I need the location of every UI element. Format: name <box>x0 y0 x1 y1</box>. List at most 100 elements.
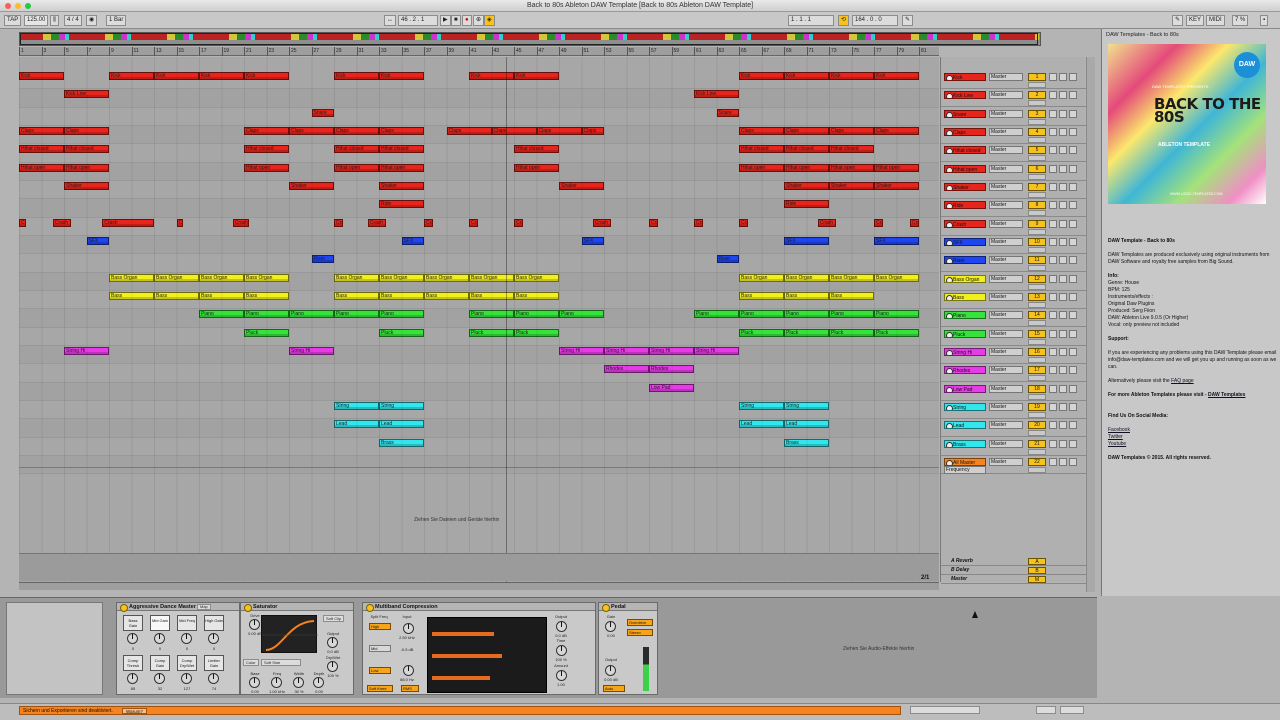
track-name[interactable]: Lead <box>944 421 986 430</box>
clip[interactable]: Claps <box>581 126 604 135</box>
clip[interactable]: Piano <box>559 310 604 319</box>
track-output-menu[interactable]: Master <box>989 237 1023 246</box>
clip[interactable]: Shaker <box>784 181 829 190</box>
clip[interactable]: Kick <box>469 72 514 80</box>
clip[interactable]: Kick <box>739 72 784 80</box>
arm-button[interactable] <box>1059 439 1067 448</box>
track-output-menu[interactable]: Master <box>989 219 1023 228</box>
saturator-knob[interactable] <box>313 677 324 688</box>
clip[interactable]: Piano <box>334 310 379 319</box>
zoom-window-button[interactable] <box>25 3 31 9</box>
metronome-toggle[interactable]: ⫼ <box>50 15 59 26</box>
output-knob[interactable] <box>556 621 567 632</box>
clip[interactable]: String Hi <box>64 346 109 355</box>
clip[interactable]: Lead <box>379 420 424 429</box>
arm-button[interactable] <box>1059 237 1067 246</box>
clip[interactable]: Pluck <box>874 328 919 337</box>
track-activator-button[interactable]: 9 <box>1028 219 1046 228</box>
arm-button[interactable] <box>1059 219 1067 228</box>
arm-record-button[interactable] <box>1069 164 1077 173</box>
draw-mode-icon[interactable]: ✎ <box>902 15 914 26</box>
clip[interactable]: String Hi <box>649 346 694 355</box>
track-activator-button[interactable]: 16 <box>1028 347 1046 356</box>
track-activator-button[interactable]: 17 <box>1028 366 1046 375</box>
clip[interactable]: Hihat open <box>829 163 874 172</box>
status-midi-toggle[interactable] <box>1060 706 1084 714</box>
return-track[interactable]: Master M <box>941 575 1086 584</box>
clip[interactable]: Pluck <box>514 328 559 337</box>
return-track[interactable]: B Delay B <box>941 566 1086 575</box>
clip[interactable]: Kick <box>829 72 874 80</box>
low-freq-knob[interactable] <box>403 665 414 676</box>
track-activator-button[interactable]: 3 <box>1028 109 1046 118</box>
clip[interactable]: Claps <box>829 126 874 135</box>
social-link-youtube[interactable]: Youtube <box>1108 441 1278 448</box>
track-header[interactable]: Low Pad Master 18 <box>941 383 1086 401</box>
soft-knee-button[interactable]: Soft Knee <box>367 685 393 692</box>
track-header[interactable]: Claps Master 4 <box>941 126 1086 144</box>
clip[interactable]: Snare <box>716 108 739 117</box>
clip[interactable]: Ride <box>784 200 829 209</box>
clip[interactable]: Kick <box>379 72 424 80</box>
clip[interactable]: Piano <box>469 310 514 319</box>
clip[interactable]: String <box>379 401 424 410</box>
macro-button[interactable]: Comp Gain <box>150 655 170 671</box>
arm-button[interactable] <box>1059 329 1067 338</box>
arm-button[interactable] <box>1059 146 1067 155</box>
track-name[interactable]: String <box>944 402 986 411</box>
arrangement-overview[interactable] <box>19 32 1041 46</box>
clip[interactable]: Kick Low <box>64 90 109 99</box>
clip[interactable]: Crash <box>874 218 883 227</box>
clip[interactable]: SFX <box>86 236 109 245</box>
clip[interactable]: Hihat closed <box>64 145 109 154</box>
track-name[interactable]: Ride <box>944 201 986 210</box>
solo-button[interactable] <box>1049 421 1057 430</box>
track-volume[interactable] <box>1028 466 1046 473</box>
macro-button[interactable]: High Gain <box>204 615 224 631</box>
track-lane-string-hi[interactable] <box>19 345 939 365</box>
saturator-knob[interactable] <box>249 677 260 688</box>
macro-knob[interactable] <box>208 633 219 644</box>
clip[interactable]: Brass <box>379 438 424 447</box>
clip[interactable]: Crash <box>592 218 611 227</box>
clip[interactable]: Bass Organ <box>784 273 829 282</box>
clip[interactable]: SFX <box>874 236 919 245</box>
overdub-button[interactable]: ⊕ <box>473 15 485 26</box>
clip[interactable]: Hihat open <box>514 163 559 172</box>
automation-line[interactable] <box>19 467 939 468</box>
clip[interactable]: Hihat closed <box>334 145 379 154</box>
arm-button[interactable] <box>1059 402 1067 411</box>
clip[interactable]: Bass <box>154 291 199 300</box>
clip[interactable]: Crash <box>514 218 523 227</box>
track-output-menu[interactable]: Master <box>989 347 1023 356</box>
track-lane-low-pad[interactable] <box>19 382 939 401</box>
arm-button[interactable] <box>1059 127 1067 136</box>
arm-button[interactable] <box>1059 109 1067 118</box>
solo-button[interactable] <box>1049 219 1057 228</box>
clip[interactable]: Piano <box>199 310 244 319</box>
clip[interactable]: Riser <box>311 255 334 264</box>
clip[interactable]: Low Pad <box>649 383 694 392</box>
track-volume[interactable] <box>1028 100 1046 107</box>
clip[interactable]: Brass <box>784 438 829 447</box>
solo-button[interactable] <box>1049 402 1057 411</box>
track-header[interactable]: Hihat closed Master 5 <box>941 144 1086 163</box>
clip[interactable]: Hihat open <box>244 163 289 172</box>
clip[interactable]: Hihat closed <box>19 145 64 154</box>
saturator-device[interactable]: Saturator Drive 0.00 dB Output 0.0 dB Dry/We… <box>240 602 354 695</box>
arm-record-button[interactable] <box>1069 439 1077 448</box>
clip[interactable]: Crash <box>367 218 386 227</box>
record-button[interactable]: ● <box>462 15 472 26</box>
track-header[interactable]: Kick Master 1 <box>941 71 1086 89</box>
arm-button[interactable] <box>1059 164 1067 173</box>
beat-time-ruler[interactable]: 1 3 5 7 9 11 13 15 17 19 21 23 25 27 29 31 33 35 37 39 41 43 4… <box>19 47 939 56</box>
device-view[interactable]: Aggressive Dance Master Map Bass Gain 0 Mi… <box>0 597 1097 698</box>
track-output-menu[interactable]: Master <box>989 421 1023 430</box>
track-activator-button[interactable]: 11 <box>1028 256 1046 265</box>
track-name[interactable]: Rhodes <box>944 366 986 375</box>
track-volume[interactable] <box>1028 118 1046 125</box>
clip[interactable]: Hihat closed <box>784 145 829 154</box>
clip[interactable]: Crash <box>424 218 433 227</box>
track-name[interactable]: SFX <box>944 237 986 246</box>
high-freq-knob[interactable] <box>403 623 414 634</box>
